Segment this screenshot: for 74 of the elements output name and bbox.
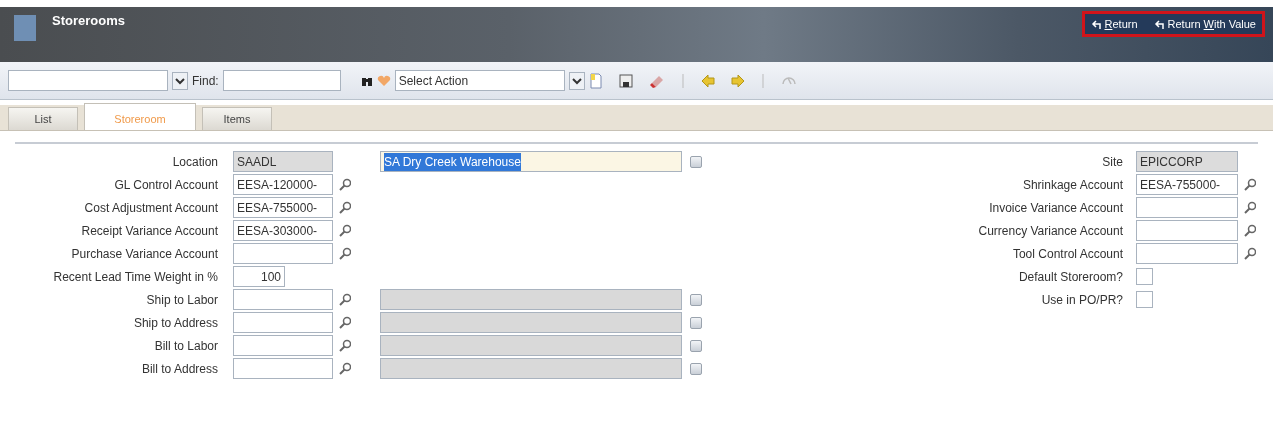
input-field[interactable]: EESA-755000- <box>1136 174 1238 195</box>
search-icon[interactable] <box>337 247 351 260</box>
field-label: Default Storeroom? <box>1017 268 1123 286</box>
field-label: Location <box>171 153 218 171</box>
input-field[interactable]: EESA-303000- <box>233 220 333 241</box>
previous-arrow-icon[interactable] <box>700 73 715 88</box>
action-select[interactable]: Select Action <box>394 70 565 91</box>
input-field[interactable] <box>380 289 682 310</box>
input-field[interactable] <box>1136 243 1238 264</box>
detail-button[interactable] <box>690 293 702 306</box>
search-icon[interactable] <box>337 224 351 237</box>
tab[interactable]: Items <box>202 106 272 130</box>
input-field[interactable]: 100 <box>233 266 285 287</box>
search-icon[interactable] <box>337 293 351 306</box>
field-label: Tool Control Account <box>1011 245 1123 263</box>
input-field[interactable]: EPICCORP <box>1136 151 1238 172</box>
dropdown-button[interactable] <box>172 71 188 90</box>
save-icon[interactable] <box>618 73 633 88</box>
search-icon[interactable] <box>1242 247 1256 260</box>
field-label: Cost Adjustment Account <box>83 199 218 217</box>
search-icon[interactable] <box>1242 178 1256 191</box>
detail-button[interactable] <box>690 316 702 329</box>
detail-button[interactable] <box>690 155 702 168</box>
input-field[interactable] <box>233 289 333 310</box>
return-link[interactable]: Return With Value <box>1153 15 1256 33</box>
input-field[interactable]: EESA-755000- <box>233 197 333 218</box>
input-field[interactable]: EESA-120000- <box>233 174 333 195</box>
input-field[interactable] <box>233 358 333 379</box>
search-icon[interactable] <box>337 178 351 191</box>
checkbox[interactable] <box>1136 268 1153 285</box>
next-arrow-icon[interactable] <box>730 73 745 88</box>
dropdown-button[interactable] <box>568 71 585 90</box>
search-icon[interactable] <box>337 316 351 329</box>
field-label: Bill to Address <box>140 360 218 378</box>
input-field[interactable]: SA Dry Creek Warehouse <box>380 151 682 172</box>
return-link[interactable]: Return <box>1090 15 1138 33</box>
search-icon[interactable] <box>337 362 351 375</box>
find-label: Find: <box>192 72 219 90</box>
field-label: Shrinkage Account <box>1021 176 1123 194</box>
input-field[interactable] <box>380 335 682 356</box>
search-icon[interactable] <box>337 339 351 352</box>
input-field[interactable] <box>233 335 333 356</box>
input-field[interactable] <box>1136 220 1238 241</box>
search-icon[interactable] <box>1242 224 1256 237</box>
page-title: Storerooms <box>52 12 125 30</box>
tab[interactable]: List <box>8 106 78 130</box>
input-field[interactable] <box>380 358 682 379</box>
field-label: Site <box>1101 153 1123 171</box>
field-label: Ship to Address <box>132 314 218 332</box>
field-label: Ship to Labor <box>145 291 218 309</box>
field-label: Invoice Variance Account <box>988 199 1123 217</box>
field-label: Receipt Variance Account <box>80 222 218 240</box>
return-arrow-icon <box>1090 19 1101 29</box>
input-field[interactable] <box>233 243 333 264</box>
input-field[interactable] <box>233 312 333 333</box>
field-label: Bill to Labor <box>153 337 218 355</box>
logo-icon <box>14 15 36 41</box>
field-label: Purchase Variance Account <box>70 245 218 263</box>
return-arrow-icon <box>1153 19 1164 29</box>
input-field[interactable]: SAADL <box>233 151 333 172</box>
find-field[interactable] <box>222 70 341 91</box>
field-label: Recent Lead Time Weight in % <box>52 268 218 286</box>
detail-button[interactable] <box>690 362 702 375</box>
input-field[interactable] <box>1136 197 1238 218</box>
search-icon[interactable] <box>1242 201 1256 214</box>
search-icon[interactable] <box>337 201 351 214</box>
toolbar-separator <box>760 72 765 89</box>
field-label: Currency Variance Account <box>977 222 1123 240</box>
detail-button[interactable] <box>690 339 702 352</box>
checkbox[interactable] <box>1136 291 1153 308</box>
toolbar-separator <box>680 72 685 89</box>
field-label: Use in PO/PR? <box>1040 291 1123 309</box>
input-field[interactable] <box>380 312 682 333</box>
field-label: GL Control Account <box>113 176 218 194</box>
